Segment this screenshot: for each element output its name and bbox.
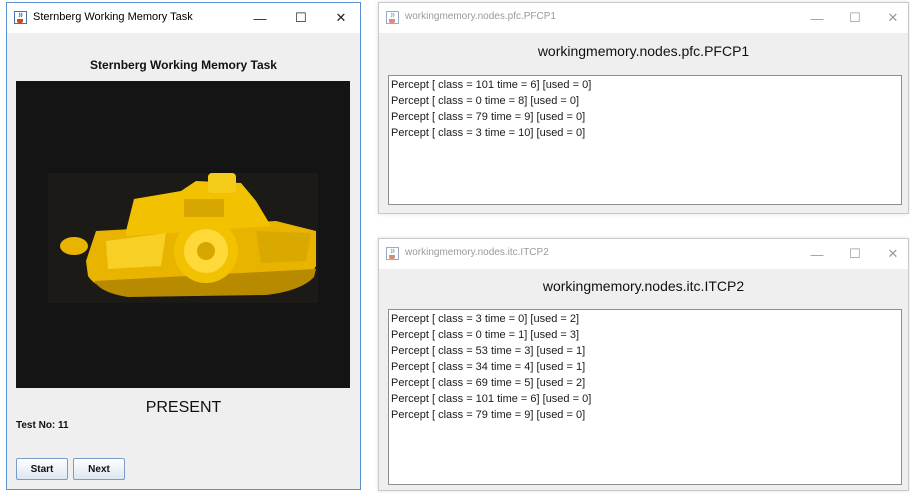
test-number: Test No: 11 xyxy=(16,420,69,431)
java-cup-icon xyxy=(14,11,27,24)
yellow-toy-boat-image xyxy=(48,173,318,303)
close-button[interactable]: ✕ xyxy=(871,3,910,33)
window-title: workingmemory.nodes.itc.ITCP2 xyxy=(405,247,549,258)
minimize-button[interactable]: — xyxy=(238,3,282,33)
start-button[interactable]: Start xyxy=(16,458,68,480)
pfc-titlebar[interactable]: workingmemory.nodes.pfc.PFCP1 — ☐ ✕ xyxy=(379,3,908,33)
itc-window: workingmemory.nodes.itc.ITCP2 — ☐ ✕ work… xyxy=(378,238,909,491)
java-cup-icon xyxy=(386,247,399,260)
window-title: workingmemory.nodes.pfc.PFCP1 xyxy=(405,11,556,22)
next-button[interactable]: Next xyxy=(73,458,125,480)
node-heading: workingmemory.nodes.pfc.PFCP1 xyxy=(537,43,750,59)
maximize-button[interactable]: ☐ xyxy=(279,3,323,33)
stimulus-label: PRESENT xyxy=(145,399,222,416)
window-title: Sternberg Working Memory Task xyxy=(33,11,193,23)
sternberg-titlebar[interactable]: Sternberg Working Memory Task — ☐ ✕ xyxy=(7,3,360,33)
list-item: Percept [ class = 34 time = 4] [used = 1… xyxy=(391,361,586,373)
list-item: Percept [ class = 79 time = 9] [used = 0… xyxy=(391,409,586,421)
close-button[interactable]: ✕ xyxy=(319,3,363,33)
list-item: Percept [ class = 0 time = 1] [used = 3] xyxy=(391,329,580,341)
list-item: Percept [ class = 3 time = 10] [used = 0… xyxy=(391,127,586,139)
pfc-window: workingmemory.nodes.pfc.PFCP1 — ☐ ✕ work… xyxy=(378,2,909,214)
list-item: Percept [ class = 79 time = 9] [used = 0… xyxy=(391,111,586,123)
list-item: Percept [ class = 3 time = 0] [used = 2] xyxy=(391,313,580,325)
java-cup-icon xyxy=(386,11,399,24)
percept-list[interactable]: Percept [ class = 3 time = 0] [used = 2]… xyxy=(388,309,902,485)
close-button[interactable]: ✕ xyxy=(871,239,910,269)
node-heading: workingmemory.nodes.itc.ITCP2 xyxy=(542,278,745,294)
list-item: Percept [ class = 101 time = 6] [used = … xyxy=(391,393,592,405)
list-item: Percept [ class = 69 time = 5] [used = 2… xyxy=(391,377,586,389)
task-heading: Sternberg Working Memory Task xyxy=(90,58,277,72)
list-item: Percept [ class = 101 time = 6] [used = … xyxy=(391,79,592,91)
itc-titlebar[interactable]: workingmemory.nodes.itc.ITCP2 — ☐ ✕ xyxy=(379,239,908,269)
list-item: Percept [ class = 53 time = 3] [used = 1… xyxy=(391,345,586,357)
list-item: Percept [ class = 0 time = 8] [used = 0] xyxy=(391,95,580,107)
percept-list[interactable]: Percept [ class = 101 time = 6] [used = … xyxy=(388,75,902,205)
sternberg-window: Sternberg Working Memory Task — ☐ ✕ Ster… xyxy=(6,2,361,490)
stimulus-image xyxy=(16,81,350,388)
